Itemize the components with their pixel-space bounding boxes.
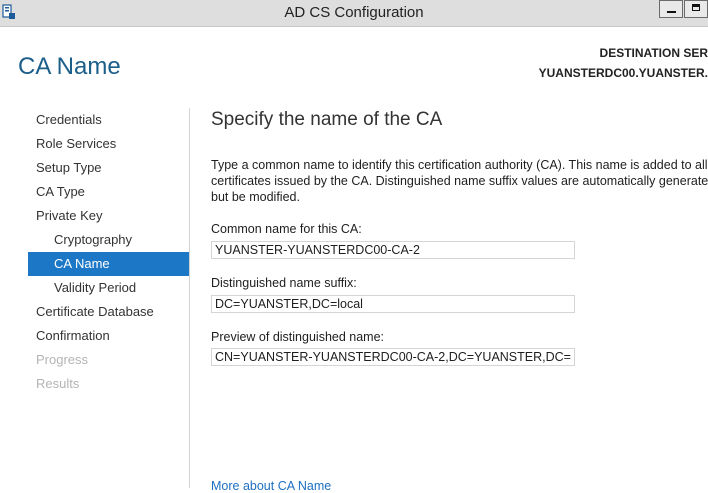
nav-item-certificate-database[interactable]: Certificate Database bbox=[28, 300, 189, 324]
section-title: Specify the name of the CA bbox=[211, 109, 443, 130]
page-title: CA Name bbox=[18, 53, 121, 80]
dn-suffix-input[interactable] bbox=[211, 295, 575, 313]
nav-item-progress: Progress bbox=[36, 352, 89, 367]
dn-preview-field[interactable] bbox=[211, 348, 575, 366]
window-title: AD CS Configuration bbox=[284, 4, 424, 21]
nav-item-ca-type[interactable]: CA Type bbox=[28, 180, 189, 204]
maximize-icon bbox=[692, 4, 700, 11]
minimize-icon bbox=[667, 11, 676, 13]
dn-suffix-label: Distinguished name suffix: bbox=[211, 276, 357, 290]
common-name-input[interactable] bbox=[211, 241, 575, 259]
common-name-label: Common name for this CA: bbox=[211, 222, 362, 236]
nav-item-results: Results bbox=[36, 376, 80, 391]
minimize-button[interactable] bbox=[659, 0, 683, 18]
nav-item-role-services[interactable]: Role Services bbox=[28, 132, 189, 156]
nav-item-setup-type[interactable]: Setup Type bbox=[28, 156, 189, 180]
destination-server-name: YUANSTERDC00.YUANSTER. bbox=[538, 66, 708, 80]
nav-item-credentials[interactable]: Credentials bbox=[28, 108, 189, 132]
sidebar-divider bbox=[189, 108, 190, 488]
nav-item-confirmation[interactable]: Confirmation bbox=[28, 324, 189, 348]
more-about-ca-name-link[interactable]: More about CA Name bbox=[211, 479, 331, 493]
destination-server-label: DESTINATION SER bbox=[599, 46, 708, 60]
title-bar: AD CS Configuration bbox=[0, 0, 708, 27]
description-text: Type a common name to identify this cert… bbox=[211, 158, 708, 204]
nav-item-private-key[interactable]: Private Key bbox=[28, 204, 189, 228]
nav-item-cryptography[interactable]: Cryptography bbox=[28, 228, 189, 252]
dn-preview-label: Preview of distinguished name: bbox=[211, 330, 385, 344]
nav-item-validity-period[interactable]: Validity Period bbox=[28, 276, 189, 300]
wizard-nav: Credentials Role Services Setup Type CA … bbox=[28, 108, 189, 396]
nav-item-ca-name[interactable]: CA Name bbox=[28, 252, 189, 276]
maximize-button[interactable] bbox=[684, 0, 708, 18]
